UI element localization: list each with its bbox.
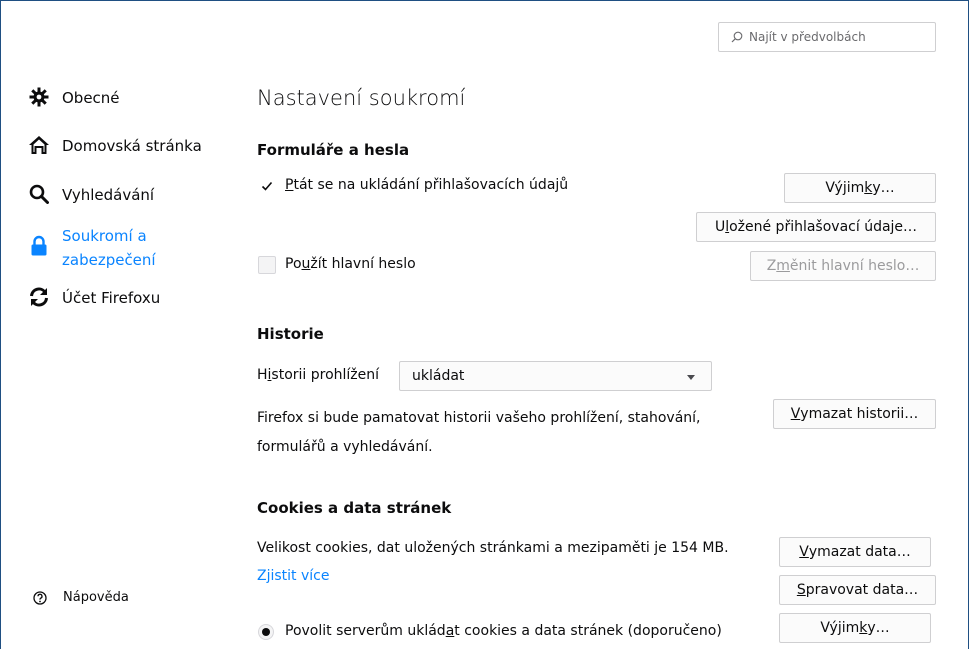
chevron-down-icon [687, 368, 695, 384]
page-title: Nastavení soukromí [257, 86, 466, 110]
cookie-exceptions-label-post: y… [867, 620, 890, 636]
allow-cookies-label-pre: Povolit serverům uklád [285, 623, 446, 639]
saved-logins-label-pre: U [714, 219, 726, 235]
master-password-checkbox[interactable] [258, 256, 276, 274]
radio-selected-dot [262, 628, 270, 636]
clear-history-label-post: ymazat historii… [800, 406, 919, 422]
history-description-line1: Firefox si bude pamatovat historii vašeh… [257, 410, 701, 426]
manage-data-button[interactable]: Spravovat data… [779, 575, 936, 605]
history-mode-label-pre: H [257, 367, 268, 383]
sync-icon [28, 286, 50, 308]
sidebar-item-label: Vyhledávání [62, 186, 155, 204]
clear-data-accesskey: V [799, 544, 809, 560]
checkmark-icon [261, 181, 273, 191]
change-master-password-button[interactable]: Zm ěnit hlavní heslo… [750, 251, 936, 281]
login-exceptions-button[interactable]: Výjim k y… [784, 173, 936, 203]
home-icon [28, 134, 50, 156]
login-exceptions-accesskey: k [864, 180, 873, 196]
sidebar-item-general[interactable]: Obecné [28, 86, 120, 110]
ask-save-checkbox[interactable] [258, 177, 276, 195]
login-exceptions-label-pre: Výjim [825, 180, 865, 196]
allow-cookies-radio[interactable] [258, 624, 274, 640]
history-mode-label: Historii prohlížení [257, 367, 379, 383]
gear-icon [28, 86, 50, 108]
manage-data-accesskey: S [796, 582, 806, 598]
change-master-label-pre: Z [766, 258, 777, 274]
preferences-search[interactable] [718, 22, 936, 52]
help-icon [33, 590, 47, 605]
help-label: Nápověda [63, 590, 129, 605]
sidebar-item-search[interactable]: Vyhledávání [28, 183, 154, 207]
ask-save-label[interactable]: Ptát se na ukládání přihlašovacích údajů [285, 177, 568, 193]
clear-history-button[interactable]: Vymazat historii… [773, 399, 936, 429]
learn-more-link[interactable]: Zjistit více [257, 568, 329, 584]
allow-cookies-accesskey: a [445, 623, 455, 639]
search-icon [28, 183, 50, 205]
master-password-label[interactable]: Použít hlavní heslo [285, 256, 416, 272]
sidebar-item-label: Domovská stránka [62, 137, 202, 155]
cookie-exceptions-accesskey: k [859, 620, 868, 636]
ask-save-label-post: tát se na ukládání přihlašovacích údajů [293, 177, 569, 193]
history-description-line2: formulářů a vyhledávání. [257, 439, 433, 455]
lock-icon [28, 235, 50, 257]
cookies-size-text: Velikost cookies, dat uložených stránkam… [257, 540, 729, 556]
change-master-accesskey: m [776, 258, 790, 274]
history-mode-select[interactable]: ukládat [399, 361, 712, 391]
manage-data-label-post: pravovat data… [805, 582, 919, 598]
help-link[interactable]: Nápověda [33, 590, 129, 605]
sidebar-item-label: Obecné [62, 89, 120, 107]
allow-cookies-label-post: t cookies a data stránek (doporučeno) [454, 623, 722, 639]
allow-cookies-label[interactable]: Povolit serverům ukládat cookies a data … [285, 623, 722, 639]
clear-data-button[interactable]: Vymazat data… [779, 537, 931, 567]
history-description: Firefox si bude pamatovat historii vašeh… [257, 404, 700, 462]
clear-data-label-post: ymazat data… [808, 544, 911, 560]
search-input[interactable] [749, 30, 929, 44]
cookie-exceptions-label-pre: Výjim [820, 620, 860, 636]
master-password-label-post: žít hlavní heslo [310, 256, 416, 272]
sidebar-item-home[interactable]: Domovská stránka [28, 134, 202, 158]
history-mode-value: ukládat [412, 368, 465, 384]
clear-history-accesskey: V [790, 406, 801, 422]
history-mode-label-post: storii prohlížení [271, 367, 380, 383]
sidebar-item-privacy[interactable]: Soukromí a zabezpečení [28, 224, 156, 272]
change-master-label-post: ěnit hlavní heslo… [789, 258, 920, 274]
forms-heading: Formuláře a hesla [257, 141, 410, 159]
cookie-exceptions-button[interactable]: Výjim k y… [779, 613, 931, 643]
master-password-label-pre: Po [285, 256, 302, 272]
saved-logins-label-post: ožené přihlašovací údaje… [729, 219, 918, 235]
sidebar-item-label-line2: zabezpečení [62, 251, 156, 269]
saved-logins-button[interactable]: Ul ožené přihlašovací údaje… [696, 212, 936, 242]
sidebar-item-label: Účet Firefoxu [62, 289, 161, 307]
cookies-heading: Cookies a data stránek [257, 499, 452, 517]
sidebar-item-firefox-account[interactable]: Účet Firefoxu [28, 286, 160, 310]
sidebar-item-label: Soukromí a zabezpečení [62, 224, 156, 272]
login-exceptions-label-post: y… [872, 180, 895, 196]
search-icon [731, 31, 743, 43]
history-heading: Historie [257, 325, 324, 343]
sidebar-item-label-line1: Soukromí a [62, 227, 147, 245]
